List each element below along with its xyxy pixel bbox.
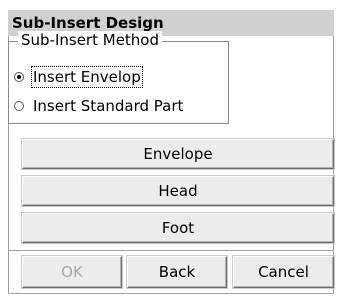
radio-unchecked-icon[interactable] — [14, 101, 24, 111]
dialog-title: Sub-Insert Design — [12, 14, 164, 32]
envelope-button[interactable]: Envelope — [22, 139, 334, 169]
foot-button[interactable]: Foot — [22, 213, 334, 243]
footer-separator — [8, 250, 334, 251]
ok-button[interactable]: OK — [22, 256, 122, 288]
back-button[interactable]: Back — [127, 256, 227, 288]
head-button[interactable]: Head — [22, 176, 334, 206]
cancel-button[interactable]: Cancel — [233, 256, 334, 288]
sub-insert-method-label: Sub-Insert Method — [18, 31, 163, 49]
radio-insert-envelop[interactable]: Insert Envelop — [14, 66, 143, 88]
radio-insert-standard-part-label[interactable]: Insert Standard Part — [33, 97, 183, 115]
radio-checked-icon[interactable] — [14, 72, 24, 82]
radio-insert-envelop-label[interactable]: Insert Envelop — [31, 66, 143, 88]
radio-insert-standard-part[interactable]: Insert Standard Part — [14, 95, 183, 117]
